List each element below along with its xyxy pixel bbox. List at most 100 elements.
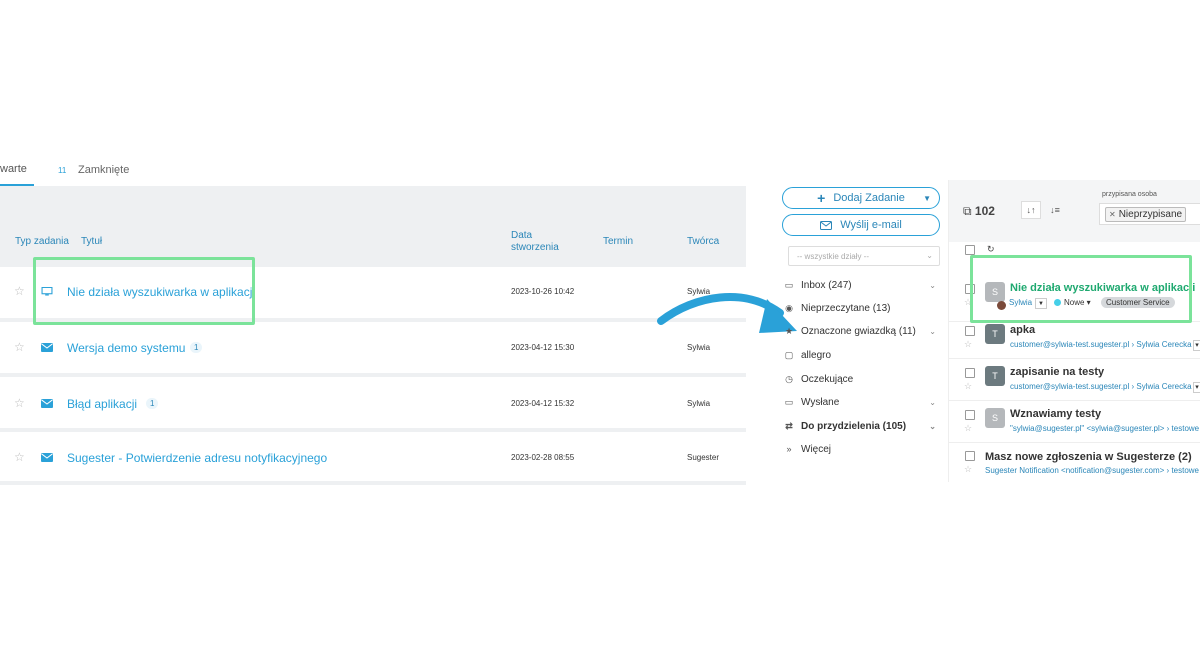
add-task-label: Dodaj Zadanie (833, 192, 905, 204)
clock-icon: ◷ (785, 373, 793, 384)
close-icon[interactable]: ✕ (1109, 210, 1116, 219)
department-select[interactable]: -- wszystkie działy -- ⌄ (788, 246, 940, 266)
star-icon[interactable]: ☆ (964, 464, 972, 475)
envelope-icon (41, 343, 53, 352)
chevron-down-icon[interactable]: ▾ (1193, 340, 1200, 351)
chevrons-down-icon: » (786, 444, 792, 454)
send-email-button[interactable]: Wyślij e-mail (782, 214, 940, 236)
task-creator: Sylwia (687, 343, 711, 352)
sort-desc-button[interactable]: ↓≡ (1045, 201, 1065, 219)
star-icon[interactable]: ☆ (964, 423, 972, 434)
item-checkbox[interactable] (965, 368, 975, 378)
ticket-sender: Sugester Notification <notification@suge… (985, 466, 1200, 475)
tab-open[interactable]: warte (0, 163, 27, 175)
task-title[interactable]: Błąd aplikacji (67, 397, 137, 411)
divider (949, 358, 1200, 359)
sidebar-item-starred[interactable]: ★ Oznaczone gwiazdką (11) ⌄ (782, 320, 940, 342)
task-creator: Sylwia (687, 399, 711, 408)
star-icon[interactable]: ☆ (964, 381, 972, 392)
header-date-line2: stworzenia (511, 242, 559, 253)
comment-count-badge: 1 (146, 398, 159, 409)
add-task-button[interactable]: + Dodaj Zadanie ▼ (782, 187, 940, 209)
header-title[interactable]: Tytuł (81, 236, 102, 248)
header-deadline[interactable]: Termin (603, 236, 633, 248)
avatar: S (985, 408, 1005, 428)
sidebar-item-more[interactable]: » Więcej (782, 438, 940, 460)
sidebar-item-label: Do przydzielenia (105) (801, 420, 907, 432)
item-checkbox[interactable] (965, 410, 975, 420)
arrow-icon (657, 293, 797, 333)
select-all-checkbox[interactable] (965, 245, 975, 255)
avatar: T (985, 366, 1005, 386)
item-checkbox[interactable] (965, 451, 975, 461)
highlight-box (33, 257, 255, 325)
assigned-person-filter[interactable]: ✕ Nieprzypisane (1099, 203, 1200, 225)
chevron-down-icon[interactable]: ⌄ (929, 281, 936, 290)
ticket-title[interactable]: Wznawiamy testy (1010, 408, 1101, 420)
folder-icon: ▢ (784, 349, 794, 360)
ticket-title[interactable]: Masz nowe zgłoszenia w Sugesterze (2) (985, 451, 1192, 463)
chevron-down-icon[interactable]: ▾ (1193, 382, 1200, 393)
divider (949, 400, 1200, 401)
sidebar-item-to-assign[interactable]: ⇄ Do przydzielenia (105) ⌄ (782, 415, 940, 437)
star-icon[interactable]: ☆ (14, 450, 25, 464)
envelope-icon (41, 453, 53, 462)
ticket-count: ⧉ 102 (963, 204, 995, 219)
sidebar-item-pending[interactable]: ◷ Oczekujące (782, 368, 940, 390)
ticket-title[interactable]: apka (1010, 324, 1035, 336)
task-date: 2023-02-28 08:55 (511, 453, 575, 462)
ticket-list-header: ⧉ 102 ↓↑ ↓≡ przypisana osoba ✕ Nieprzypis… (949, 180, 1200, 242)
ticket-sender: "sylwia@sugester.pl" <sylwia@sugester.pl… (1010, 424, 1200, 433)
ticket-sender: customer@sylwia-test.sugester.pl › Sylwi… (1010, 382, 1192, 391)
chevron-down-icon[interactable]: ⌄ (929, 398, 936, 407)
swap-icon: ⇄ (785, 420, 793, 431)
star-icon: ★ (784, 325, 794, 336)
task-title[interactable]: Sugester - Potwierdzenie adresu notyfika… (67, 451, 327, 465)
ticket-title[interactable]: zapisanie na testy (1010, 366, 1104, 378)
assigned-chip-label: Nieprzypisane (1118, 209, 1183, 220)
sidebar-item-label: allegro (801, 349, 832, 361)
header-type[interactable]: Typ zadania (15, 236, 69, 248)
sidebar-item-label: Oczekujące (801, 373, 854, 385)
sidebar-item-allegro[interactable]: ▢ allegro (782, 344, 940, 366)
table-header: Typ zadania Tytuł Data stworzenia Termin… (0, 186, 746, 267)
sidebar-item-inbox[interactable]: ▭ Inbox (247) ⌄ (782, 274, 940, 296)
chevron-down-icon[interactable]: ⌄ (929, 327, 936, 336)
ticket-sender: customer@sylwia-test.sugester.pl › Sylwi… (1010, 340, 1192, 349)
chevron-down-icon[interactable]: ⌄ (929, 422, 936, 431)
assigned-chip[interactable]: ✕ Nieprzypisane (1105, 207, 1187, 222)
chevron-down-icon: ⌄ (926, 251, 933, 260)
avatar: T (985, 324, 1005, 344)
plus-icon: + (817, 190, 826, 206)
refresh-icon[interactable]: ↻ (987, 244, 995, 255)
star-icon[interactable]: ☆ (14, 284, 25, 298)
header-date[interactable]: Data stworzenia (511, 230, 559, 254)
sidebar-item-label: Oznaczone gwiazdką (11) (801, 325, 916, 337)
table-row[interactable]: ☆ Błąd aplikacji 1 2023-04-12 15:32 Sylw… (0, 377, 746, 432)
task-title[interactable]: Wersja demo systemu (67, 341, 185, 355)
sidebar-item-sent[interactable]: ▭ Wysłane ⌄ (782, 391, 940, 413)
star-icon[interactable]: ☆ (14, 340, 25, 354)
sidebar-item-label: Inbox (247) (801, 279, 852, 291)
tab-closed[interactable]: Zamknięte (78, 164, 129, 176)
table-row[interactable]: ☆ Wersja demo systemu 1 2023-04-12 15:30… (0, 322, 746, 377)
item-checkbox[interactable] (965, 326, 975, 336)
sidebar-item-unread[interactable]: ◉ Nieprzeczytane (13) (782, 297, 940, 319)
eye-icon: ◉ (785, 302, 793, 313)
sort-asc-button[interactable]: ↓↑ (1021, 201, 1041, 219)
star-icon[interactable]: ☆ (964, 339, 972, 350)
comment-count-badge: 1 (190, 342, 203, 353)
envelope-icon (41, 399, 53, 408)
header-creator[interactable]: Twórca (687, 236, 719, 248)
department-select-value: -- wszystkie działy -- (797, 252, 870, 261)
sidebar-item-label: Wysłane (801, 396, 840, 408)
star-icon[interactable]: ☆ (14, 396, 25, 410)
highlight-box (970, 255, 1192, 323)
task-tabs: warte 11 Zamknięte (0, 150, 746, 186)
send-email-label: Wyślij e-mail (840, 219, 902, 231)
chevron-down-icon[interactable]: ▼ (923, 194, 931, 203)
task-date: 2023-04-12 15:30 (511, 343, 575, 352)
table-row[interactable]: ☆ Sugester - Potwierdzenie adresu notyfi… (0, 432, 746, 485)
copy-icon: ⧉ (963, 204, 972, 218)
header-date-line1: Data (511, 230, 533, 241)
